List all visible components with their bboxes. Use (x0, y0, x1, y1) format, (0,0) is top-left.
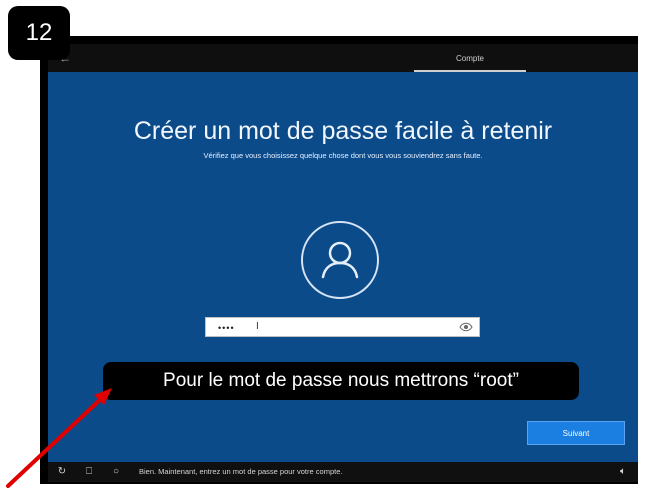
red-arrow-annotation (6, 388, 112, 488)
